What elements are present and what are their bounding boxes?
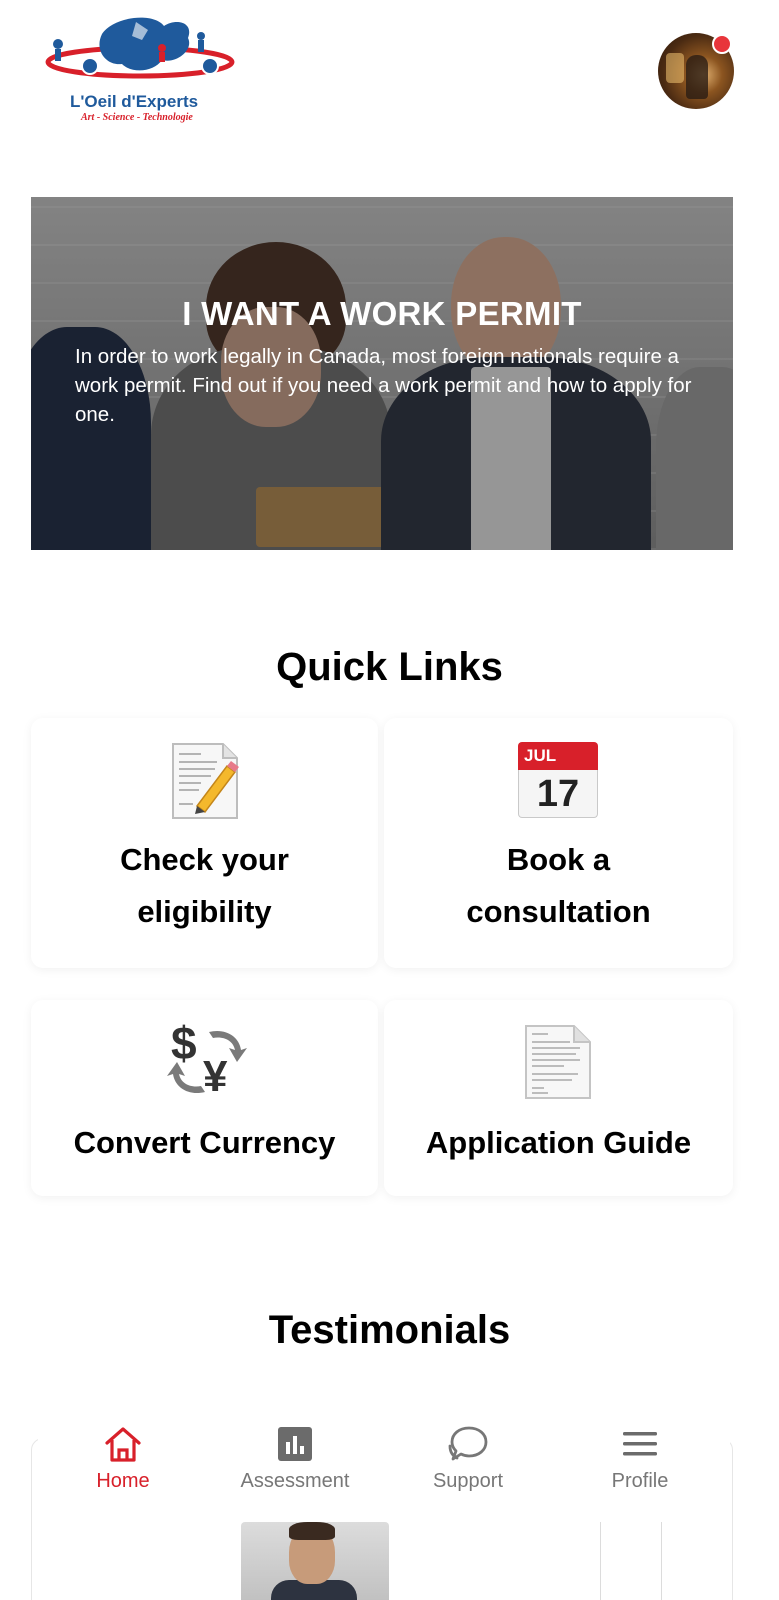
check-eligibility-card[interactable]: Check your eligibility bbox=[31, 718, 378, 968]
menu-icon bbox=[623, 1432, 657, 1456]
document-icon bbox=[525, 1025, 591, 1099]
home-icon bbox=[105, 1427, 141, 1462]
testimonials-title: Testimonials bbox=[268, 1308, 511, 1352]
bar-chart-icon bbox=[278, 1427, 312, 1461]
convert-currency-label: Convert Currency bbox=[73, 1125, 336, 1160]
nav-item-home[interactable]: Home bbox=[53, 1418, 193, 1510]
divider bbox=[661, 1522, 662, 1600]
book-consultation-label-line2: consultation bbox=[466, 894, 651, 929]
brand-logo[interactable]: L'Oeil d'Experts Art - Science - Technol… bbox=[44, 14, 240, 126]
book-consultation-label-line1: Book a bbox=[506, 842, 611, 877]
calendar-month: JUL bbox=[524, 746, 557, 765]
calendar-icon: JUL 17 bbox=[518, 742, 598, 818]
hero-title: I WANT A WORK PERMIT bbox=[182, 295, 582, 332]
nav-item-assessment[interactable]: Assessment bbox=[225, 1418, 365, 1510]
book-consultation-card[interactable]: JUL 17 Book a consultation bbox=[384, 718, 733, 968]
application-guide-label: Application Guide bbox=[425, 1125, 692, 1160]
yen-symbol: ¥ bbox=[203, 1052, 228, 1101]
dollar-symbol: $ bbox=[171, 1017, 197, 1069]
currency-exchange-icon: $ ¥ bbox=[167, 1017, 247, 1102]
document-pencil-icon bbox=[172, 743, 239, 819]
check-eligibility-label-line2: eligibility bbox=[137, 894, 272, 929]
nav-label-profile: Profile bbox=[611, 1470, 669, 1492]
nav-label-home: Home bbox=[96, 1470, 150, 1492]
nav-label-support: Support bbox=[432, 1470, 504, 1492]
convert-currency-card[interactable]: $ ¥ Convert Currency bbox=[31, 1000, 378, 1196]
nav-item-profile[interactable]: Profile bbox=[570, 1418, 710, 1510]
nav-item-support[interactable]: Support bbox=[398, 1418, 538, 1510]
hero-description: In order to work legally in Canada, most… bbox=[75, 345, 692, 426]
hero-banner[interactable]: I WANT A WORK PERMIT In order to work le… bbox=[31, 197, 733, 550]
notification-badge bbox=[712, 34, 732, 54]
application-guide-card[interactable]: Application Guide bbox=[384, 1000, 733, 1196]
logo-name: L'Oeil d'Experts bbox=[70, 92, 199, 111]
testimonial-photo bbox=[241, 1522, 389, 1600]
calendar-day: 17 bbox=[536, 773, 580, 815]
nav-label-assessment: Assessment bbox=[240, 1470, 350, 1492]
quick-links-title: Quick Links bbox=[276, 645, 503, 689]
chat-bubble-icon bbox=[448, 1426, 488, 1461]
check-eligibility-label-line1: Check your bbox=[120, 842, 289, 877]
bottom-navigation: Home Assessment Support Profile bbox=[38, 1418, 730, 1510]
globe-logo-icon bbox=[45, 17, 235, 79]
logo-tagline: Art - Science - Technologie bbox=[81, 112, 193, 123]
divider bbox=[600, 1522, 601, 1600]
